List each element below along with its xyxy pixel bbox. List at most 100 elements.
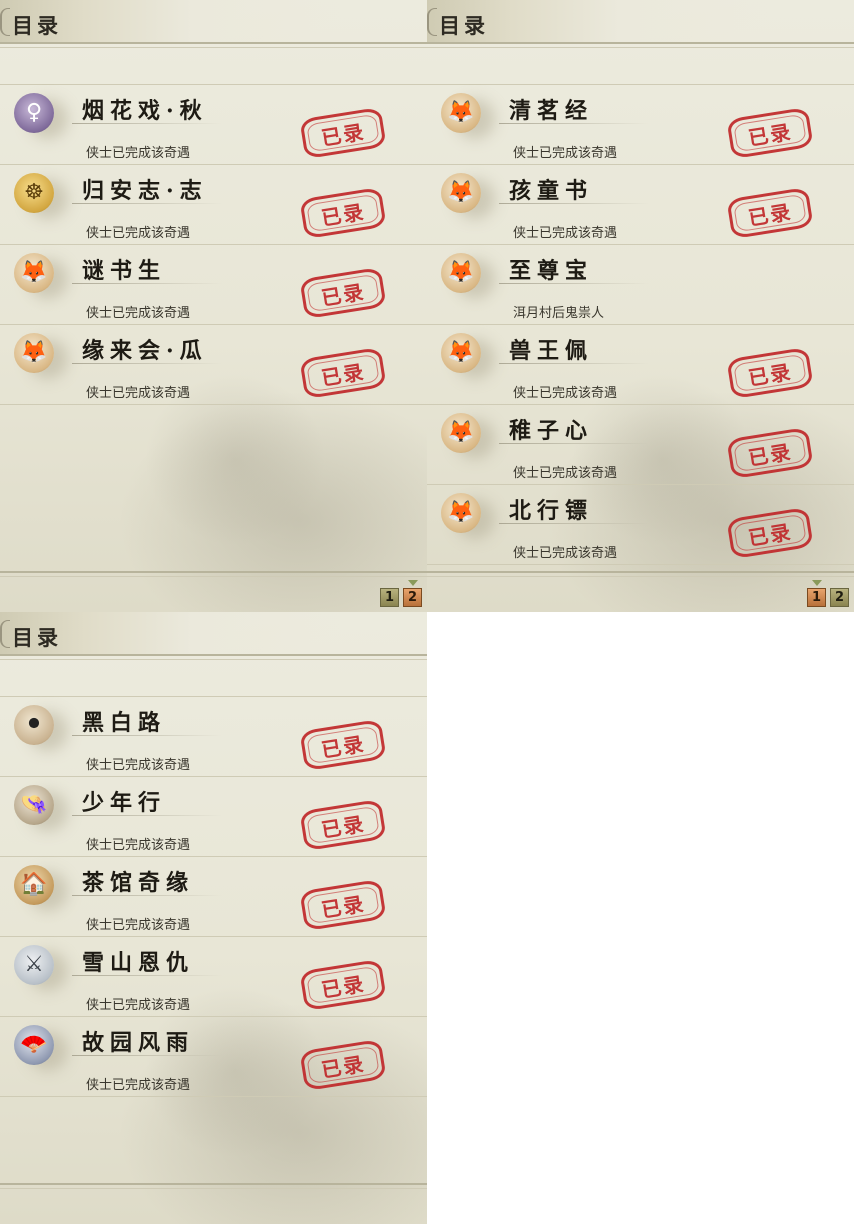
encounter-row[interactable]: 👒 少年行 侠士已完成该奇遇 已录	[0, 777, 427, 857]
encounter-row[interactable]: 🦊 北行镖侠士已完成该奇遇 已录	[427, 485, 854, 565]
fox-mask-icon: 🦊	[441, 413, 481, 453]
fox-mask-icon: 🦊	[441, 253, 481, 293]
name-underline	[72, 735, 222, 736]
name-underline	[72, 123, 222, 124]
page-selector: 12	[380, 580, 422, 607]
encounter-row[interactable]: ⚫ 黑白路 侠士已完成该奇遇 已录	[0, 696, 427, 777]
recorded-seal-stamp: 已录	[299, 186, 387, 240]
encounter-name: 茶馆奇缘	[82, 870, 195, 896]
encounter-list: 🦊 清茗经 侠士已完成该奇遇 已录 🦊 孩童书 侠士已完成该奇遇 已录 🦊 至尊宝 洱月村后鬼祟人 🦊…	[427, 84, 854, 565]
encounter-name: 至尊宝	[509, 258, 594, 284]
encounter-row[interactable]: 🦊 孩童书 侠士已完成该奇遇 已录	[427, 165, 854, 245]
page-button-1[interactable]: 1	[380, 588, 399, 607]
name-underline	[72, 283, 222, 284]
name-underline	[499, 203, 649, 204]
fox-mask-icon: 🦊	[441, 173, 481, 213]
name-underline	[499, 363, 649, 364]
crossed-swords-icon: ⚔	[14, 945, 54, 985]
catalog-title-bar: 目录	[0, 0, 427, 48]
recorded-seal-stamp: 已录	[299, 106, 387, 160]
recorded-seal-stamp: 已录	[299, 798, 387, 852]
fox-mask-icon: 🦊	[14, 253, 54, 293]
go-board-icon: ⚫	[14, 705, 54, 745]
name-underline	[72, 975, 222, 976]
name-underline	[72, 895, 222, 896]
catalog-title-bar: 目录	[0, 612, 427, 660]
recorded-seal-stamp: 已录	[299, 1038, 387, 1092]
title-ornament-icon	[427, 8, 437, 36]
encounter-name: 谜书生	[82, 258, 167, 284]
encounter-name: 雪山恩仇	[82, 950, 195, 976]
name-underline	[72, 203, 222, 204]
encounter-status: 侠士已完成该奇遇	[86, 386, 191, 401]
encounter-status: 侠士已完成该奇遇	[513, 466, 618, 481]
recorded-seal-stamp: 已录	[299, 878, 387, 932]
encounter-name: 缘来会·瓜	[82, 338, 208, 364]
fox-mask-icon: 🦊	[441, 93, 481, 133]
encounter-status: 侠士已完成该奇遇	[86, 918, 191, 933]
encounter-row[interactable]: 🦊 清茗经 侠士已完成该奇遇 已录	[427, 84, 854, 165]
encounter-status: 侠士已完成该奇遇	[513, 386, 618, 401]
straw-hat-boy-icon: 👒	[14, 785, 54, 825]
encounter-row[interactable]: 🏠 茶馆奇缘侠士已完成该奇遇 已录	[0, 857, 427, 937]
encounter-row[interactable]: 🦊 缘来会·瓜 侠士已完成该奇遇 已录	[0, 325, 427, 405]
encounter-status: 侠士已完成该奇遇	[86, 838, 191, 853]
name-underline	[499, 123, 649, 124]
fox-mask-icon: 🦊	[441, 493, 481, 533]
encounter-catalog-panel: 目录 🦊 清茗经 侠士已完成该奇遇 已录 🦊 孩童书 侠士已完成该奇遇 已录 🦊 至尊宝 洱月村后鬼…	[427, 0, 854, 612]
page-button-1[interactable]: 1	[807, 580, 826, 607]
footer-divider	[427, 571, 854, 577]
recorded-seal-stamp: 已录	[299, 958, 387, 1012]
encounter-row[interactable]: ⚔ 雪山恩仇侠士已完成该奇遇 已录	[0, 937, 427, 1017]
fox-mask-icon: 🦊	[441, 333, 481, 373]
encounter-row[interactable]: ♀ 烟花戏·秋侠士已完成该奇遇 已录	[0, 84, 427, 165]
page-button-2[interactable]: 2	[830, 588, 849, 607]
encounter-name: 归安志·志	[82, 178, 208, 204]
name-underline	[72, 363, 222, 364]
title-ornament-icon	[0, 620, 10, 648]
encounter-name: 孩童书	[509, 178, 594, 204]
encounter-name: 黑白路	[82, 710, 167, 736]
encounter-status: 侠士已完成该奇遇	[86, 998, 191, 1013]
catalog-title: 目录	[12, 625, 62, 650]
encounter-row[interactable]: 🦊 稚子心 侠士已完成该奇遇 已录	[427, 405, 854, 485]
encounter-list: ♀ 烟花戏·秋 侠士已完成该奇遇 已录 ☸ 归安志·志 侠士已完成该奇遇 已录 🦊 谜书生 侠士已完…	[0, 84, 427, 405]
name-underline	[499, 523, 649, 524]
title-ornament-icon	[0, 8, 10, 36]
heroine-portrait-icon: ♀	[14, 93, 54, 133]
encounter-row[interactable]: 🦊 至尊宝 洱月村后鬼祟人	[427, 245, 854, 325]
page-selector: 12	[807, 580, 849, 607]
teahouse-icon: 🏠	[14, 865, 54, 905]
catalog-title: 目录	[439, 13, 489, 38]
recorded-seal-stamp: 已录	[299, 266, 387, 320]
folding-fan-icon: 🪭	[14, 1025, 54, 1065]
footer-divider	[0, 571, 427, 577]
name-underline	[499, 283, 649, 284]
encounter-name: 兽王佩	[509, 338, 594, 364]
name-underline	[72, 815, 222, 816]
encounter-status: 侠士已完成该奇遇	[86, 1078, 191, 1093]
catalog-title: 目录	[12, 13, 62, 38]
encounter-name: 烟花戏·秋	[82, 98, 208, 124]
encounter-status: 侠士已完成该奇遇	[513, 546, 618, 561]
encounter-status: 侠士已完成该奇遇	[86, 306, 191, 321]
encounter-name: 北行镖	[509, 498, 594, 524]
recorded-seal-stamp: 已录	[726, 506, 814, 560]
name-underline	[72, 1055, 222, 1056]
page-button-2[interactable]: 2	[403, 580, 422, 607]
encounter-status: 侠士已完成该奇遇	[86, 146, 191, 161]
recorded-seal-stamp: 已录	[299, 346, 387, 400]
encounter-row[interactable]: 🦊 兽王佩侠士已完成该奇遇 已录	[427, 325, 854, 405]
encounter-status: 侠士已完成该奇遇	[86, 758, 191, 773]
name-underline	[499, 443, 649, 444]
encounter-status: 侠士已完成该奇遇	[513, 226, 618, 241]
recorded-seal-stamp: 已录	[726, 346, 814, 400]
encounter-catalog-panel: 目录 ♀ 烟花戏·秋 侠士已完成该奇遇 已录 ☸ 归安志·志 侠士已完成该奇遇 已录 🦊 谜书生侠…	[0, 0, 427, 612]
catalog-title-bar: 目录	[427, 0, 854, 48]
encounter-status: 侠士已完成该奇遇	[513, 146, 618, 161]
encounter-row[interactable]: 🦊 谜书生侠士已完成该奇遇 已录	[0, 245, 427, 325]
encounter-row[interactable]: ☸ 归安志·志 侠士已完成该奇遇 已录	[0, 165, 427, 245]
encounter-name: 故园风雨	[82, 1030, 195, 1056]
golden-buddha-icon: ☸	[14, 173, 54, 213]
encounter-row[interactable]: 🪭 故园风雨侠士已完成该奇遇 已录	[0, 1017, 427, 1097]
